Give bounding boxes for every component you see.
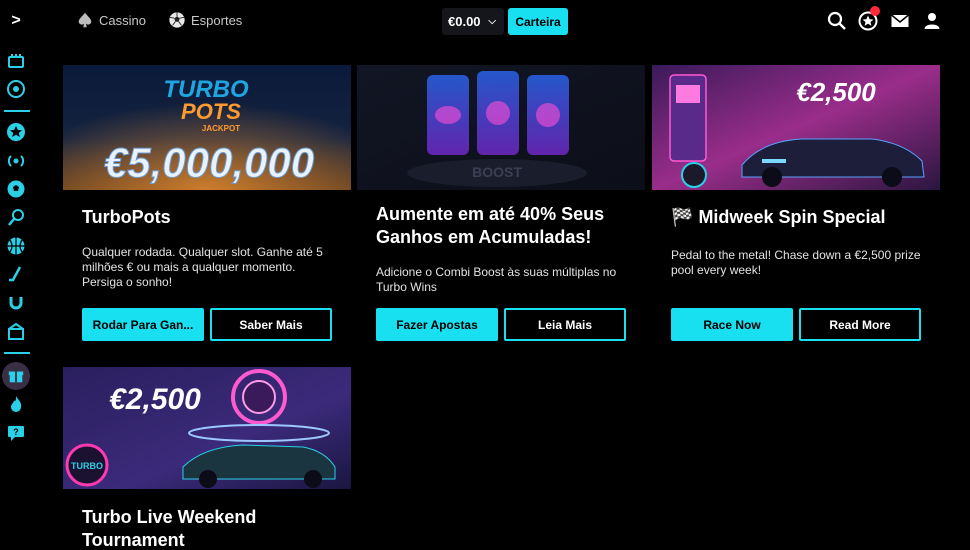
card-title: TurboPots bbox=[82, 207, 171, 227]
notification-dot bbox=[870, 6, 880, 16]
nav-sports-link[interactable]: Esportes bbox=[168, 11, 242, 29]
banner-logo-line2: POTS bbox=[181, 99, 241, 124]
card-title-text: Midweek Spin Special bbox=[698, 207, 886, 227]
nav-casino-label: Cassino bbox=[99, 12, 146, 28]
banner-prize-amount: €2,500 bbox=[109, 383, 201, 416]
live-broadcast-icon[interactable] bbox=[5, 150, 27, 172]
race-now-button[interactable]: Race Now bbox=[671, 308, 793, 341]
search-icon[interactable] bbox=[827, 11, 847, 31]
banner-boost-text: BOOST bbox=[472, 164, 522, 180]
read-more-button[interactable]: Read More bbox=[799, 308, 921, 341]
place-bets-button[interactable]: Fazer Apostas bbox=[376, 308, 498, 341]
hockey-stick-icon[interactable] bbox=[5, 264, 27, 286]
card-description: Adicione o Combi Boost às suas múltiplas… bbox=[376, 265, 617, 294]
wallet-button[interactable]: Carteira bbox=[508, 8, 568, 35]
sidebar-divider bbox=[4, 110, 30, 112]
roulette-icon[interactable] bbox=[5, 78, 27, 100]
sidebar-divider bbox=[4, 352, 30, 354]
card-title: 🏁 Midweek Spin Special bbox=[671, 206, 931, 229]
tennis-racket-icon[interactable] bbox=[5, 207, 27, 229]
betting-shop-icon[interactable] bbox=[5, 320, 27, 342]
sidebar: > ? bbox=[0, 0, 33, 550]
rewards-star-icon[interactable] bbox=[858, 6, 880, 31]
top-navigation: Cassino Esportes €0.00 ⌵ Carteira bbox=[60, 0, 970, 44]
user-account-icon[interactable] bbox=[922, 11, 942, 31]
basketball-icon[interactable] bbox=[5, 235, 27, 257]
card-title: Aumente em até 40% Seus Ganhos em Acumul… bbox=[376, 204, 605, 247]
spin-to-win-button[interactable]: Rodar Para Gan... bbox=[82, 308, 204, 341]
spade-icon bbox=[78, 12, 92, 28]
banner-logo-line3: JACKPOT bbox=[202, 124, 240, 133]
help-chat-icon[interactable]: ? bbox=[5, 422, 27, 444]
sidebar-toggle-chevron-icon[interactable]: > bbox=[8, 12, 24, 30]
gift-icon[interactable] bbox=[2, 362, 30, 390]
banner-prize-amount: €2,500 bbox=[796, 77, 876, 107]
read-more-button[interactable]: Leia Mais bbox=[504, 308, 626, 341]
promo-banner-image[interactable]: BOOST bbox=[357, 65, 645, 190]
nav-sports-label: Esportes bbox=[191, 12, 243, 28]
nav-casino-link[interactable]: Cassino bbox=[76, 11, 146, 29]
learn-more-button[interactable]: Saber Mais bbox=[210, 308, 332, 341]
horseshoe-icon[interactable] bbox=[5, 292, 27, 314]
favorites-star-icon[interactable] bbox=[5, 121, 27, 143]
chevron-down-icon: ⌵ bbox=[488, 16, 496, 27]
checkered-flag-icon: 🏁 bbox=[671, 207, 694, 227]
promo-banner-image[interactable]: €2,500 bbox=[652, 65, 940, 190]
balance-dropdown[interactable]: €0.00 ⌵ bbox=[442, 8, 504, 35]
banner-jackpot-amount: €5,000,000 bbox=[104, 139, 314, 186]
promo-card-turbopots: TURBO POTS JACKPOT €5,000,000 TurboPots … bbox=[63, 65, 351, 345]
promo-card-combi-boost: BOOST Aumente em até 40% Seus Ganhos em … bbox=[357, 65, 645, 345]
card-description: Pedal to the metal! Chase down a €2,500 … bbox=[671, 248, 921, 277]
card-title: Turbo Live Weekend Tournament bbox=[82, 507, 257, 550]
promo-banner-image[interactable]: TURBO €2,500 bbox=[63, 367, 351, 489]
casino-chips-icon[interactable] bbox=[5, 50, 27, 72]
svg-text:?: ? bbox=[13, 427, 19, 437]
banner-turbo-sign: TURBO bbox=[71, 461, 103, 471]
balance-amount: €0.00 bbox=[448, 14, 481, 29]
card-description: Qualquer rodada. Qualquer slot. Ganhe at… bbox=[82, 245, 323, 289]
soccer-ball-icon bbox=[169, 12, 185, 28]
promo-card-live-weekend-tournament: TURBO €2,500 Turbo Live Weekend Tourname… bbox=[63, 367, 351, 550]
promo-card-midweek-spin: €2,500 🏁 Midweek Spin Special Pedal to t… bbox=[652, 65, 940, 345]
mail-icon[interactable] bbox=[890, 11, 910, 31]
soccer-ball-icon[interactable] bbox=[5, 178, 27, 200]
promo-banner-image[interactable]: TURBO POTS JACKPOT €5,000,000 bbox=[63, 65, 351, 190]
fire-icon[interactable] bbox=[5, 393, 27, 415]
